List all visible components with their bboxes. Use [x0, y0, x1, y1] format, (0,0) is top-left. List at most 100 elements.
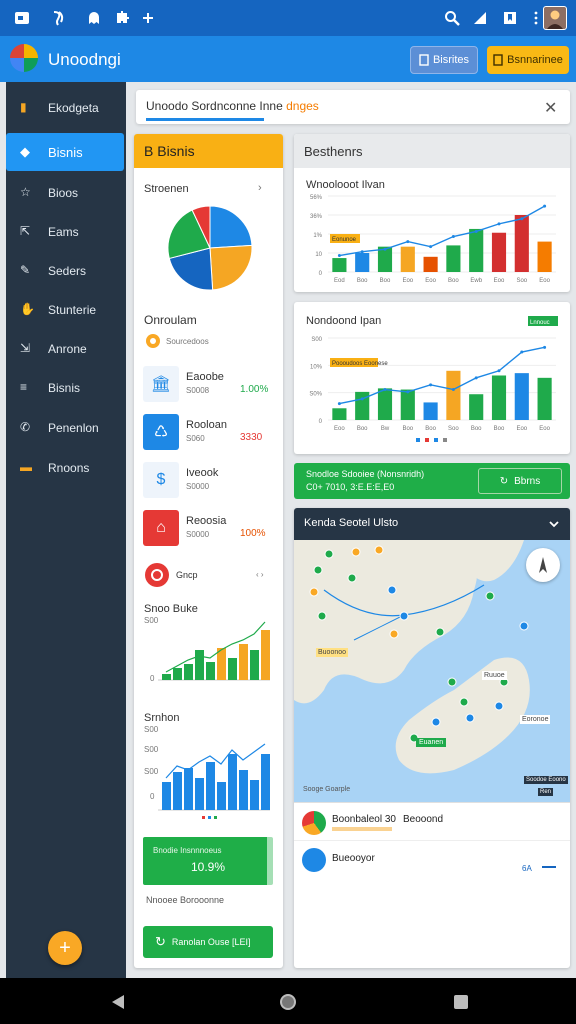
bank-icon[interactable]: 🏛	[143, 366, 179, 402]
home-icon[interactable]	[278, 992, 298, 1012]
mini-bar	[162, 782, 171, 810]
pie-slice	[209, 205, 253, 249]
map-pin-icon[interactable]	[494, 701, 504, 711]
y-tick-label: 36%	[310, 214, 323, 220]
x-tick-label: Boo	[357, 278, 368, 284]
bar-chart-1: Wnoolooot Ilvan 56% 36% 1% 10 0 Eod Boo Boo Eoo Eo…	[306, 179, 556, 284]
map-pin-icon[interactable]	[313, 565, 323, 575]
report-cta-label: Ranolan Ouse [LEI]	[171, 937, 251, 947]
banner-action-button[interactable]: ↻ Bbrns	[478, 468, 562, 494]
recents-icon[interactable]	[453, 994, 469, 1010]
map-header[interactable]: Kenda Seotel Ulsto	[294, 508, 570, 540]
divider-2	[294, 840, 570, 841]
sidebar-item-0[interactable]: ▮ Ekodgeta	[6, 89, 124, 127]
bar	[423, 402, 438, 420]
bookmark-icon[interactable]	[502, 10, 518, 26]
trend-point	[337, 402, 341, 406]
sidebar-item-4[interactable]: ✎ Seders	[6, 252, 124, 290]
map-view[interactable]	[294, 540, 570, 802]
map-pin-icon[interactable]	[459, 697, 469, 707]
sidebar-item-7[interactable]: ≡ Bisnis	[6, 369, 124, 407]
location-avatar-icon	[302, 811, 326, 835]
sidebar-item-label: Anrone	[48, 342, 87, 356]
sidebar-item-label: Stunterie	[48, 303, 97, 317]
more-vertical-icon[interactable]	[528, 10, 544, 26]
analytics-icon: ◆	[20, 144, 30, 159]
map-pin-icon[interactable]	[324, 549, 334, 559]
map-list-item-1-bar	[332, 827, 392, 831]
banner-line-1: Snodloe Sdooiee (Nonsnridh)	[306, 469, 425, 479]
sidebar-item-2[interactable]: ☆ Bioos	[6, 174, 124, 212]
back-icon[interactable]	[110, 994, 126, 1010]
sidebar-item-label: Seders	[48, 264, 87, 278]
x-tick-label: Eoo	[539, 278, 550, 284]
chevron-down-icon[interactable]	[548, 519, 560, 529]
loan-icon[interactable]: ♺	[143, 414, 179, 450]
banner-button[interactable]: Bsnnarinee	[487, 46, 569, 74]
map-list-item-2-extra: 6A	[522, 864, 532, 873]
map-pin-icon[interactable]	[374, 545, 384, 555]
map-pin-icon[interactable]	[435, 627, 445, 637]
search-icon[interactable]	[444, 10, 460, 26]
refresh-icon[interactable]	[145, 563, 169, 587]
map-pin-icon[interactable]	[309, 587, 319, 597]
map-pin-icon[interactable]	[317, 611, 327, 621]
map-pin-icon[interactable]	[347, 573, 357, 583]
business-button[interactable]: Bisrites	[410, 46, 478, 74]
system-nav-bar	[0, 978, 576, 1024]
sidebar-item-label: Eams	[48, 225, 79, 239]
map-pin-icon[interactable]	[399, 611, 409, 621]
mini-bar	[173, 772, 182, 810]
legend-dot	[202, 816, 205, 819]
export-icon: ⇲	[20, 341, 31, 355]
sidebar-item-1[interactable]: ◆ Bisnis	[6, 133, 124, 171]
map-pin-icon[interactable]	[389, 629, 399, 639]
sidebar-item-9[interactable]: ▬ Rnoons	[6, 449, 124, 487]
list-icon: ≡	[20, 380, 28, 394]
map-pin-icon[interactable]	[519, 621, 529, 631]
legend-dot	[434, 438, 438, 442]
building-icon[interactable]: ⌂	[143, 510, 179, 546]
mini-chart-2-ytick-low: S00	[144, 767, 159, 776]
legend-dot	[416, 438, 420, 442]
chevron-right-icon[interactable]: ›	[258, 182, 262, 194]
map-pin-icon[interactable]	[447, 677, 457, 687]
mini-chart-1-ytick-zero: 0	[150, 674, 155, 683]
map-pin-icon[interactable]	[351, 547, 361, 557]
search-input[interactable]: Unoodo Sordnconne Inne dnges	[146, 99, 319, 113]
mini-chart-2-ytick-top: S00	[144, 725, 159, 734]
x-tick-label: Ewb	[470, 278, 482, 284]
x-tick-label: Soo	[516, 278, 527, 284]
map-list-item-1-label[interactable]: Boonbaleol 30	[332, 814, 396, 825]
map-pin-icon[interactable]	[387, 585, 397, 595]
map-pin-icon[interactable]	[485, 591, 495, 601]
account-row-sub: S060	[186, 434, 205, 443]
app-logo-icon[interactable]	[10, 44, 38, 72]
sidebar-item-5[interactable]: ✋ Stunterie	[6, 291, 124, 329]
compass-button[interactable]	[526, 548, 560, 582]
bar	[446, 370, 461, 420]
map-pin-icon[interactable]	[431, 717, 441, 727]
dollar-icon[interactable]: $	[143, 462, 179, 498]
bar	[537, 241, 552, 272]
add-fab-button[interactable]: +	[48, 931, 82, 965]
refresh-icon-small: ↻	[499, 475, 509, 487]
mini-bar	[217, 782, 226, 810]
close-icon[interactable]: ✕	[544, 98, 557, 118]
performance-card-header: Besthenrs	[294, 134, 570, 168]
avatar[interactable]	[543, 6, 567, 30]
account-row-label: Rooloan	[186, 419, 227, 431]
sidebar-item-6[interactable]: ⇲ Anrone	[6, 330, 124, 368]
x-tick-label: Eoo	[334, 426, 345, 432]
account-row-label: Iveook	[186, 467, 219, 479]
trend-point	[474, 376, 478, 380]
sidebar-item-8[interactable]: ✆ Penenlon	[6, 409, 124, 447]
map-list-item-2-label[interactable]: Bueooyor	[332, 853, 375, 864]
report-cta-button[interactable]: ↻ Ranolan Ouse [LEI]	[143, 926, 273, 958]
pager-arrows[interactable]: ‹ ›	[256, 570, 264, 579]
map-region-tag[interactable]: Euanen	[416, 738, 447, 747]
map-pin-icon[interactable]	[465, 713, 475, 723]
sidebar-item-3[interactable]: ⇱ Eams	[6, 213, 124, 251]
globe-icon	[302, 848, 326, 872]
y-tick-label: 10	[315, 252, 322, 258]
